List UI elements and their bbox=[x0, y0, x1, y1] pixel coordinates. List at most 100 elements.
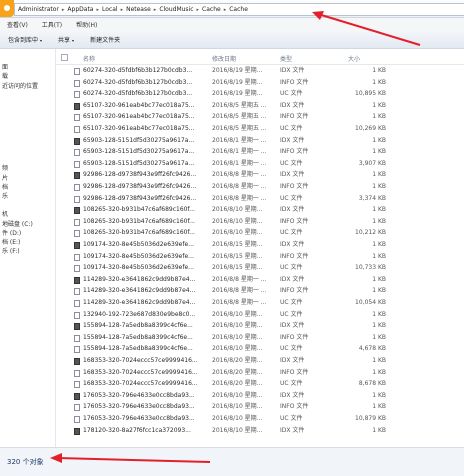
file-size: 1 KB bbox=[372, 333, 386, 341]
file-date: 2016/8/10 星期... bbox=[212, 403, 263, 411]
file-size: 10,895 KB bbox=[355, 90, 386, 98]
nav-item[interactable]: 档 bbox=[2, 183, 8, 192]
nav-item[interactable]: 面 bbox=[2, 63, 8, 72]
new-folder-button[interactable]: 新建文件夹 bbox=[82, 35, 128, 44]
menu-item[interactable]: 工具(T) bbox=[35, 20, 69, 29]
table-row[interactable]: 92986-128-d9738f943e9ff26fc9426... 2016/8… bbox=[56, 194, 464, 204]
table-row[interactable]: 114289-320-e3641862c9dd9b87e4... 2016/8/8… bbox=[56, 275, 464, 285]
table-row[interactable]: 65107-320-961eab4bc77ec018a75... 2016/8/5… bbox=[56, 101, 464, 111]
breadcrumb-item[interactable]: CloudMusic bbox=[156, 6, 196, 13]
breadcrumb-item[interactable]: Local bbox=[99, 6, 121, 13]
table-row[interactable]: 65107-320-961eab4bc77ec018a75... 2016/8/5… bbox=[56, 124, 464, 134]
file-name: 60274-320-d5fdbf6b3b127b0cdb3... bbox=[83, 67, 193, 74]
table-row[interactable]: 168353-320-7024eccc57ce9999416... 2016/8/… bbox=[56, 368, 464, 378]
table-row[interactable]: 60274-320-d5fdbf6b3b127b0cdb3... 2016/8/1… bbox=[56, 66, 464, 76]
table-row[interactable]: 176053-320-796e4633e0cc8bda93... 2016/8/1… bbox=[56, 402, 464, 412]
file-date: 2016/8/15 星期... bbox=[212, 241, 263, 248]
breadcrumb-item[interactable]: Netease bbox=[123, 6, 154, 13]
table-row[interactable]: 178120-320-8a27f6fcc1ca372093... 2016/8/1… bbox=[56, 426, 464, 436]
file-date: 2016/8/10 星期... bbox=[212, 217, 263, 225]
column-name[interactable]: 名称 bbox=[83, 54, 95, 63]
table-row[interactable]: 65903-128-5151df5d30275a9617a... 2016/8/1… bbox=[56, 147, 464, 157]
table-row[interactable]: 168353-320-7024eccc57ce9999416... 2016/8/… bbox=[56, 379, 464, 389]
table-row[interactable]: 60274-320-d5fdbf6b3b127b0cdb3... 2016/8/1… bbox=[56, 89, 464, 99]
file-list: 名称 修改日期 类型 大小 60274-320-d5fdbf6b3b127b0c… bbox=[56, 49, 464, 447]
address-bar: Administrator ▸ AppData ▸ Local ▸ Netease ▸ Clou… bbox=[0, 0, 464, 18]
status-bar: 320 个对象 bbox=[0, 447, 464, 476]
file-size: 1 KB bbox=[372, 67, 386, 74]
table-row[interactable]: 176053-320-796e4633e0cc8bda93... 2016/8/1… bbox=[56, 391, 464, 401]
file-date: 2016/8/10 星期... bbox=[212, 426, 263, 434]
file-icon bbox=[74, 114, 80, 122]
table-row[interactable]: 109174-320-8e45b5036d2e639efe... 2016/8/1… bbox=[56, 263, 464, 273]
table-row[interactable]: 168353-320-7024eccc57ce9999416... 2016/8/… bbox=[56, 356, 464, 366]
table-row[interactable]: 108265-320-b931b47c6af689c160f... 2016/8/… bbox=[56, 205, 464, 215]
file-name: 92986-128-d9738f943e9ff26fc9426... bbox=[83, 194, 197, 202]
nav-item[interactable]: 地磁盘 (C:) bbox=[2, 220, 33, 229]
share-label: 共享 bbox=[58, 37, 71, 44]
file-date: 2016/8/19 星期... bbox=[212, 90, 263, 98]
file-name: 176053-320-796e4633e0cc8bda93... bbox=[83, 391, 195, 399]
table-row[interactable]: 155894-128-7a5edb8a8399c4cf6e... 2016/8/1… bbox=[56, 333, 464, 343]
table-row[interactable]: 132940-192-723e687d830e9be8c0... 2016/8/1… bbox=[56, 310, 464, 320]
file-name: 65107-320-961eab4bc77ec018a75... bbox=[83, 113, 195, 121]
breadcrumb-item[interactable]: Cache bbox=[199, 6, 224, 13]
file-date: 2016/8/19 星期... bbox=[212, 67, 263, 74]
table-row[interactable]: 114289-320-e3641862c9dd9b87e4... 2016/8/8… bbox=[56, 298, 464, 308]
column-type[interactable]: 类型 bbox=[280, 54, 292, 63]
nav-item[interactable]: 机 bbox=[2, 210, 8, 219]
table-row[interactable]: 65903-128-5151df5d30275a9617a... 2016/8/1… bbox=[56, 159, 464, 169]
table-row[interactable]: 108265-320-b931b47c6af689c160f... 2016/8/… bbox=[56, 228, 464, 238]
file-date: 2016/8/1 星期一 ... bbox=[212, 136, 267, 144]
table-row[interactable]: 155894-128-7a5edb8a8399c4cf6e... 2016/8/1… bbox=[56, 321, 464, 331]
nav-item[interactable]: 乐 bbox=[2, 192, 8, 201]
file-name: 108265-320-b931b47c6af689c160f... bbox=[83, 206, 195, 214]
share-button[interactable]: 共享 ▾ bbox=[50, 35, 82, 44]
table-row[interactable]: 60274-320-d5fdbf6b3b127b0cdb3... 2016/8/1… bbox=[56, 78, 464, 88]
table-row[interactable]: 176053-320-796e4633e0cc8bda93... 2016/8/1… bbox=[56, 414, 464, 424]
file-size: 10,054 KB bbox=[355, 299, 386, 306]
file-name: 65903-128-5151df5d30275a9617a... bbox=[83, 148, 195, 156]
file-name: 65107-320-961eab4bc77ec018a75... bbox=[83, 101, 195, 109]
nav-item[interactable]: 片 bbox=[2, 174, 8, 183]
nav-item[interactable]: 近访问的位置 bbox=[2, 82, 38, 91]
column-size[interactable]: 大小 bbox=[348, 54, 360, 63]
menu-item[interactable]: 查看(V) bbox=[0, 20, 35, 29]
table-row[interactable]: 109174-320-8e45b5036d2e639efe... 2016/8/1… bbox=[56, 240, 464, 250]
nav-item[interactable]: 档 (E:) bbox=[2, 238, 20, 247]
table-row[interactable]: 155894-128-7a5edb8a8399c4cf6e... 2016/8/1… bbox=[56, 344, 464, 354]
file-date: 2016/8/19 星期... bbox=[212, 78, 263, 86]
file-icon bbox=[74, 195, 80, 203]
file-name: 109174-320-8e45b5036d2e639efe... bbox=[83, 241, 194, 248]
table-row[interactable]: 65903-128-5151df5d30275a9617a... 2016/8/1… bbox=[56, 136, 464, 146]
column-date[interactable]: 修改日期 bbox=[212, 54, 236, 63]
nav-item[interactable]: 载 bbox=[2, 72, 8, 81]
table-row[interactable]: 65107-320-961eab4bc77ec018a75... 2016/8/5… bbox=[56, 112, 464, 122]
file-icon bbox=[74, 149, 80, 157]
file-name: 109174-320-8e45b5036d2e639efe... bbox=[83, 264, 194, 272]
breadcrumb-item[interactable]: AppData bbox=[64, 6, 96, 13]
breadcrumb-item[interactable]: Cache bbox=[226, 6, 251, 13]
file-date: 2016/8/10 星期... bbox=[212, 322, 263, 330]
breadcrumb[interactable]: Administrator ▸ AppData ▸ Local ▸ Netease ▸ Clou… bbox=[14, 3, 464, 16]
file-icon bbox=[74, 91, 80, 99]
nav-item[interactable]: 乐 (F:) bbox=[2, 247, 20, 256]
select-all-checkbox[interactable] bbox=[61, 54, 68, 61]
breadcrumb-item[interactable]: Administrator bbox=[15, 6, 62, 13]
table-row[interactable]: 92986-128-d9738f943e9ff26fc9426... 2016/8… bbox=[56, 182, 464, 192]
file-name: 60274-320-d5fdbf6b3b127b0cdb3... bbox=[83, 78, 193, 86]
file-icon bbox=[74, 137, 80, 145]
table-row[interactable]: 109174-320-8e45b5036d2e639efe... 2016/8/1… bbox=[56, 252, 464, 262]
menu-item[interactable]: 帮助(H) bbox=[69, 20, 104, 29]
file-date: 2016/8/10 星期... bbox=[212, 391, 263, 399]
include-in-library-button[interactable]: 包含到库中 ▾ bbox=[0, 35, 50, 44]
nav-item[interactable]: 频 bbox=[2, 164, 8, 173]
nav-item[interactable]: 件 (D:) bbox=[2, 229, 21, 238]
file-size: 10,733 KB bbox=[355, 264, 386, 272]
table-row[interactable]: 92986-128-d9738f943e9ff26fc9426... 2016/8… bbox=[56, 170, 464, 180]
file-size: 1 KB bbox=[372, 101, 386, 109]
file-date: 2016/8/5 星期五 ... bbox=[212, 125, 267, 132]
table-row[interactable]: 114289-320-e3641862c9dd9b87e4... 2016/8/8… bbox=[56, 286, 464, 296]
file-icon bbox=[74, 230, 80, 238]
table-row[interactable]: 108265-320-b931b47c6af689c160f... 2016/8/… bbox=[56, 217, 464, 227]
